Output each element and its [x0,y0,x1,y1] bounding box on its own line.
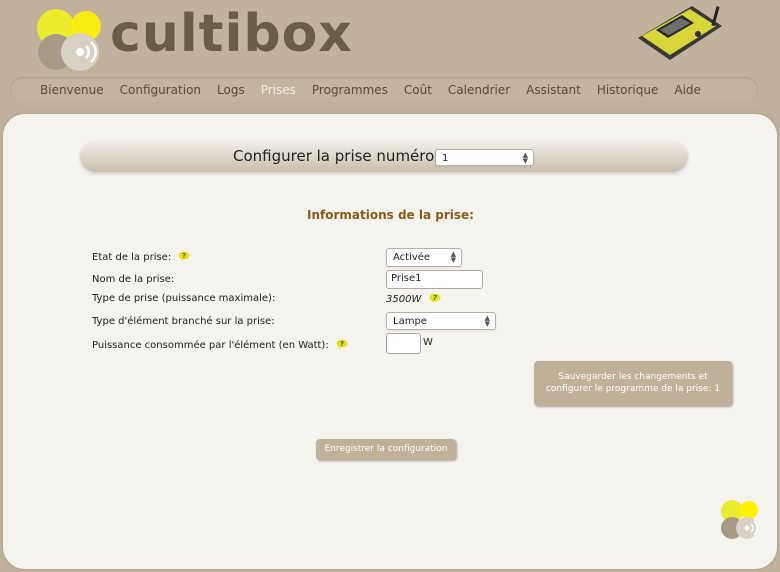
element-value: Lampe [393,316,427,327]
power-input[interactable] [386,333,421,354]
element-label: Type d'élément branché sur la prise: [92,316,275,327]
nav-item-calendrier[interactable]: Calendrier [448,83,510,97]
state-label: Etat de la prise: [92,252,172,263]
select-arrows-icon: ▲ ▼ [450,250,456,264]
element-select[interactable]: Lampe ▲ ▼ [386,312,496,330]
type-label: Type de prise (puissance maximale): [92,293,276,304]
help-icon[interactable]: ? [429,293,441,303]
logo-icon [37,9,101,71]
state-select[interactable]: Activée ▲ ▼ [386,248,462,267]
cultibox-logo: cultibox [34,4,374,72]
nav-item-historique[interactable]: Historique [597,83,659,97]
main-nav: Bienvenue Configuration Logs Prises Prog… [10,77,758,102]
nav-item-prises[interactable]: Prises [261,83,296,97]
cultibox-device-icon [638,6,722,60]
select-arrows-icon: ▲ ▼ [522,151,528,165]
section-title: Informations de la prise: [307,208,474,222]
svg-text:?: ? [182,252,186,260]
save-config-button[interactable]: Enregistrer la configuration [316,439,456,460]
power-unit: W [423,337,433,348]
svg-text:?: ? [433,294,437,302]
brand-name: cultibox [110,4,353,64]
type-value-row: 3500W ? [386,293,441,305]
nav-item-assistant[interactable]: Assistant [526,83,581,97]
outlet-number-value: 1 [442,153,449,164]
nav-item-aide[interactable]: Aide [674,83,701,97]
nav-item-configuration[interactable]: Configuration [120,83,201,97]
type-value: 3500W [386,294,422,305]
state-value: Activée [393,252,431,263]
power-label-row: Puissance consommée par l'élément (en Wa… [92,339,348,351]
config-label: Configurer la prise numéro [233,147,435,165]
name-label: Nom de la prise: [92,274,175,285]
save-and-program-button[interactable]: Sauvegarder les changements et configure… [534,361,732,406]
state-label-row: Etat de la prise: ? [92,251,190,263]
nav-item-cout[interactable]: Coût [404,83,432,97]
help-icon[interactable]: ? [336,339,348,349]
power-label: Puissance consommée par l'élément (en Wa… [92,340,329,351]
nav-item-logs[interactable]: Logs [217,83,245,97]
help-icon[interactable]: ? [178,251,190,261]
small-logo-icon [721,500,759,539]
name-input[interactable]: Prise1 [386,270,483,289]
nav-item-bienvenue[interactable]: Bienvenue [40,83,104,97]
svg-text:?: ? [340,340,344,348]
outlet-number-select[interactable]: 1 ▲ ▼ [435,149,534,166]
select-arrows-icon: ▲ ▼ [484,314,490,328]
nav-item-programmes[interactable]: Programmes [312,83,388,97]
